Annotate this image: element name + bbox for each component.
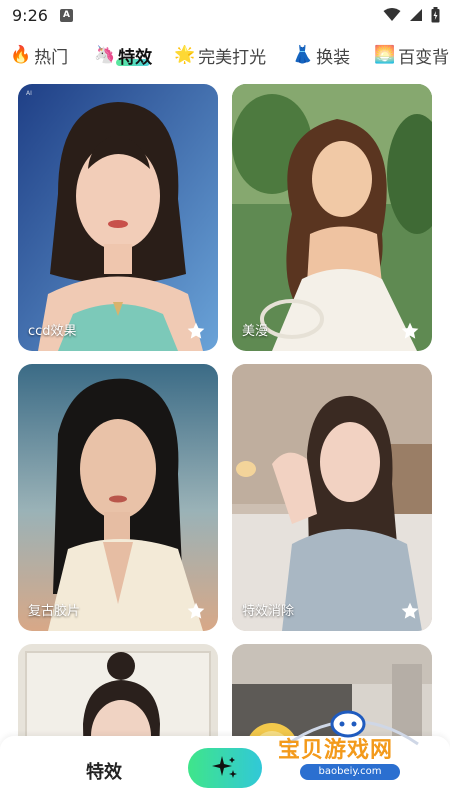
sparkle-icon [212, 756, 237, 778]
dress-icon: 👗 [292, 45, 314, 65]
tab-label: 换装 [316, 47, 351, 68]
tab-background[interactable]: 🌅 百变背 [374, 40, 449, 70]
card-image [18, 364, 218, 631]
watermark-text: AI [26, 90, 32, 97]
watermark-title: 宝贝游戏网 [278, 738, 394, 763]
battery-icon [431, 7, 440, 23]
tab-label: 百变背 [398, 47, 450, 68]
card-label: 美漫 [242, 324, 269, 339]
effect-card-ccd[interactable]: AI ccd效果 [18, 84, 218, 351]
watermark-url: baobeiy.com [300, 764, 400, 780]
tab-label: 特效 [118, 47, 153, 68]
effect-card-5[interactable] [18, 644, 218, 744]
card-label: ccd效果 [28, 324, 77, 339]
fire-icon: 🔥 [10, 45, 32, 65]
signal-icon [410, 9, 422, 21]
effect-card-american-comic[interactable]: 美漫 [232, 84, 432, 351]
system-icons [383, 7, 440, 23]
card-image [232, 364, 432, 631]
site-watermark: 宝贝游戏网 baobeiy.com [268, 704, 438, 794]
tab-label: 完美打光 [198, 47, 267, 68]
tab-perfect-lighting[interactable]: 🌟 完美打光 [174, 40, 266, 70]
tab-effects[interactable]: 🦄 特效 [94, 40, 152, 70]
star-icon[interactable] [400, 321, 420, 341]
wifi-icon [383, 8, 401, 21]
star-icon[interactable] [186, 321, 206, 341]
sunrise-icon: 🌅 [374, 45, 396, 65]
tab-hot[interactable]: 🔥 热门 [10, 40, 68, 70]
status-time: 9:26 [12, 6, 48, 25]
card-label: 复古胶片 [28, 604, 81, 619]
unicorn-icon: 🦄 [94, 45, 116, 65]
card-image [18, 644, 218, 744]
generate-button[interactable] [188, 748, 262, 788]
tab-outfit-change[interactable]: 👗 换装 [292, 40, 350, 70]
effect-card-effect-removal[interactable]: 特效消除 [232, 364, 432, 631]
star-icon[interactable] [186, 601, 206, 621]
card-image [18, 84, 218, 351]
effect-card-retro-film[interactable]: 复古胶片 [18, 364, 218, 631]
card-label: 特效消除 [242, 604, 295, 619]
tab-label: 热门 [34, 47, 69, 68]
glowing-star-icon: 🌟 [174, 45, 196, 65]
card-image [232, 84, 432, 351]
effects-grid: AI ccd效果 美漫 复古胶片 特效消除 [0, 84, 450, 744]
bottom-title: 特效 [86, 762, 122, 783]
category-tabs: 🔥 热门 🦄 特效 🌟 完美打光 👗 换装 🌅 百变背 [0, 34, 450, 76]
notification-icon: A [60, 9, 73, 22]
star-icon[interactable] [400, 601, 420, 621]
status-bar: 9:26 A [0, 0, 450, 32]
